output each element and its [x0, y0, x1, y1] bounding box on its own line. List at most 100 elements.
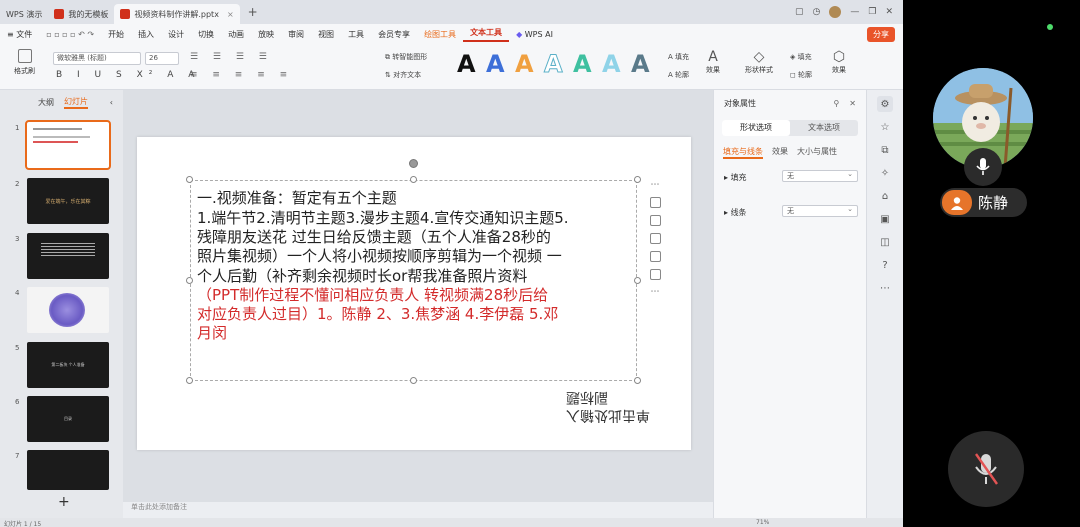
- text-style-black[interactable]: A: [457, 50, 476, 78]
- subtab-effects[interactable]: 效果: [772, 146, 788, 159]
- slide-thumb-5[interactable]: 5 第二板块 个人准备: [0, 342, 123, 390]
- slide-text-line[interactable]: 照片集视频）一个人将小视频按顺序剪辑为一个视频 一: [197, 245, 562, 266]
- slide-red-text-line[interactable]: （PPT制作过程不懂问相应负责人 转视频满28秒后给: [197, 284, 548, 305]
- text-align-button[interactable]: ⇅ 对齐文本: [385, 70, 421, 80]
- font-format-buttons[interactable]: B I U S X² A A: [56, 70, 200, 80]
- slide-thumb-4[interactable]: 4: [0, 287, 123, 335]
- shape-fill-button[interactable]: ◈ 填充: [790, 52, 812, 62]
- history-icon[interactable]: ◷: [813, 7, 821, 17]
- alignment-buttons[interactable]: ≡ ≡ ≡ ≡ ≡: [190, 70, 293, 80]
- resize-handle[interactable]: [634, 377, 641, 384]
- tab-text-options[interactable]: 文本选项: [790, 120, 858, 136]
- text-fill-button[interactable]: A 填充: [668, 52, 689, 62]
- quick-access-icons[interactable]: ▫ ▫ ▫ ▫ ↶ ↷: [39, 30, 101, 39]
- new-tab-button[interactable]: +: [248, 5, 258, 19]
- text-style-teal[interactable]: A: [573, 50, 592, 78]
- image-icon[interactable]: ▣: [877, 211, 893, 227]
- rotate-handle[interactable]: [409, 159, 418, 168]
- window-mode-icon[interactable]: ▢: [795, 7, 804, 17]
- layers-icon[interactable]: [649, 197, 661, 208]
- fill-select[interactable]: 无: [782, 169, 858, 182]
- resize-handle[interactable]: [634, 277, 641, 284]
- slide-thumb-7[interactable]: 7: [0, 450, 123, 498]
- properties-title[interactable]: 对象属性: [724, 98, 756, 109]
- resize-handle[interactable]: [410, 377, 417, 384]
- fill-section[interactable]: ▸ 填充: [724, 172, 747, 183]
- slide-thumb-6[interactable]: 6 目录: [0, 396, 123, 444]
- shape-style-button[interactable]: ◇ 形状样式: [745, 49, 773, 75]
- menu-home[interactable]: 开始: [101, 29, 131, 40]
- menu-transition[interactable]: 切换: [191, 29, 221, 40]
- text-style-orange[interactable]: A: [515, 50, 534, 78]
- mirrored-subtitle-placeholder[interactable]: 单击此处输入 副标题: [566, 388, 650, 424]
- add-slide-button[interactable]: +: [58, 494, 70, 510]
- menu-wps-ai[interactable]: ◆ WPS AI: [509, 30, 560, 39]
- text-style-outline[interactable]: A: [544, 50, 564, 79]
- slide-red-text-line[interactable]: 对应负责人过目）1。陈静 2、3.焦梦涵 4.李伊磊 5.邓: [197, 303, 558, 324]
- menu-review[interactable]: 审阅: [281, 29, 311, 40]
- menu-animation[interactable]: 动画: [221, 29, 251, 40]
- copy-icon[interactable]: ⧉: [877, 142, 893, 158]
- font-name-select[interactable]: 微软雅黑 (标题): [53, 52, 141, 65]
- shape-outline-button[interactable]: ◻ 轮廓: [790, 70, 812, 80]
- notes-placeholder[interactable]: 单击此处添加备注: [131, 502, 187, 512]
- menu-view[interactable]: 视图: [311, 29, 341, 40]
- line-section[interactable]: ▸ 线条: [724, 207, 747, 218]
- menu-design[interactable]: 设计: [161, 29, 191, 40]
- resize-handle[interactable]: [186, 277, 193, 284]
- more-options-icon[interactable]: ⋯: [651, 287, 660, 297]
- paragraph-buttons[interactable]: ☰ ☰ ☰ ☰: [190, 52, 273, 62]
- slide-red-text-line[interactable]: 月闵: [197, 322, 227, 343]
- zoom-level[interactable]: 71%: [756, 519, 769, 526]
- format-painter-button[interactable]: 格式刷: [14, 49, 35, 76]
- close-tab-icon[interactable]: ×: [227, 10, 234, 19]
- shape-effects-button[interactable]: ⬡ 效果: [832, 49, 846, 75]
- menu-text-tools[interactable]: 文本工具: [463, 27, 510, 42]
- resize-handle[interactable]: [186, 377, 193, 384]
- close-icon[interactable]: ✕: [849, 99, 856, 108]
- frame-icon[interactable]: [649, 251, 661, 262]
- text-outline-button[interactable]: A 轮廓: [668, 70, 689, 80]
- tab-slides[interactable]: 幻灯片: [64, 96, 88, 109]
- tab-shape-options[interactable]: 形状选项: [722, 120, 790, 136]
- magic-icon[interactable]: ✧: [877, 165, 893, 181]
- tab-template[interactable]: 我的无模板: [48, 4, 114, 24]
- slide-thumb-2[interactable]: 2 爱在端午，乐在其粽: [0, 178, 123, 226]
- collapse-panel-icon[interactable]: ‹: [110, 98, 113, 107]
- more-icon[interactable]: ⋯: [651, 180, 660, 190]
- resize-handle[interactable]: [410, 176, 417, 183]
- menu-file[interactable]: ≡ 文件: [0, 29, 39, 40]
- menu-insert[interactable]: 插入: [131, 29, 161, 40]
- text-style-blue[interactable]: A: [486, 50, 505, 78]
- shirt-icon[interactable]: ⌂: [877, 188, 893, 204]
- text-style-slate[interactable]: A: [631, 50, 650, 78]
- close-window-icon[interactable]: ✕: [885, 7, 893, 17]
- tab-outline[interactable]: 大纲: [38, 97, 54, 108]
- slide-text-line[interactable]: 个人后勤（补齐剩余视频时长or帮我准备照片资料: [197, 265, 527, 286]
- microphone-icon[interactable]: [964, 148, 1002, 186]
- mute-microphone-button[interactable]: [948, 431, 1024, 507]
- line-select[interactable]: 无: [782, 204, 858, 217]
- subtab-fill-line[interactable]: 填充与线条: [723, 146, 763, 159]
- minimize-icon[interactable]: —: [850, 7, 859, 17]
- resize-handle[interactable]: [634, 176, 641, 183]
- slide-text-line[interactable]: 残障朋友送花 过生日给反馈主题（五个人准备28秒的: [197, 226, 551, 247]
- star-icon[interactable]: ☆: [877, 119, 893, 135]
- pin-icon[interactable]: ⚲: [833, 99, 839, 108]
- menu-member[interactable]: 会员专享: [371, 29, 417, 40]
- text-effects-button[interactable]: A 效果: [706, 49, 720, 75]
- fill-icon[interactable]: [649, 233, 661, 244]
- resize-handle[interactable]: [186, 176, 193, 183]
- slide-text-line[interactable]: 1.端午节2.清明节主题3.漫步主题4.宣传交通知识主题5.: [197, 207, 569, 228]
- more-icon[interactable]: ⋯: [877, 280, 893, 296]
- menu-slideshow[interactable]: 放映: [251, 29, 281, 40]
- properties-icon[interactable]: ⚙: [877, 96, 893, 112]
- menu-drawing-tools[interactable]: 绘图工具: [417, 29, 463, 40]
- book-icon[interactable]: ◫: [877, 234, 893, 250]
- convert-smartart-button[interactable]: ⧉ 转智能图形: [385, 52, 427, 62]
- subtab-size[interactable]: 大小与属性: [797, 146, 837, 159]
- help-icon[interactable]: ?: [877, 257, 893, 273]
- restore-icon[interactable]: ❐: [868, 7, 876, 17]
- slide-thumb-1[interactable]: 1: [0, 120, 123, 170]
- edit-icon[interactable]: [649, 215, 661, 226]
